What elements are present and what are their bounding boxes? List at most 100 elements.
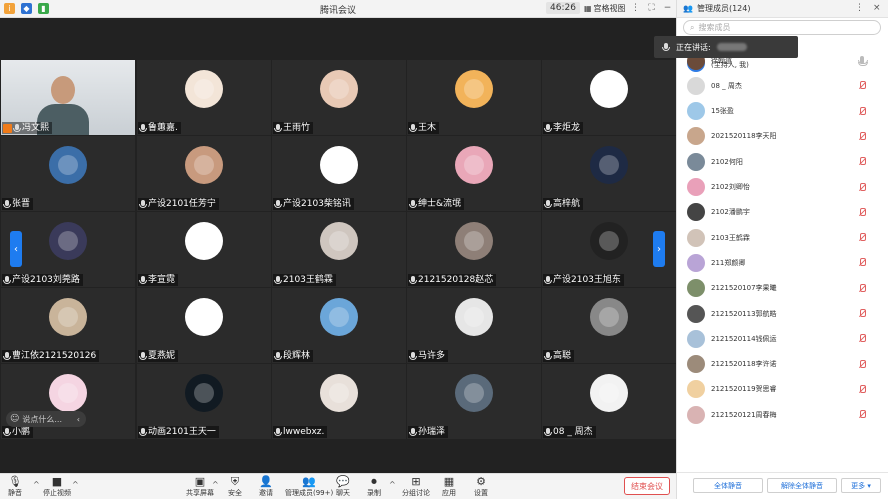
minimize-button[interactable]: − [662,3,674,13]
end-meeting-button[interactable]: 结束会议 [624,477,670,495]
shield-icon[interactable]: ◆ [21,3,32,14]
participant-tile[interactable]: 李宣霓 [137,212,271,287]
mic-muted-icon[interactable] [857,359,867,370]
mic-icon[interactable] [857,55,868,66]
mic-muted-icon[interactable] [857,283,867,294]
avatar [49,374,87,412]
share-screen-button[interactable]: ▣ 共享屏幕 [186,476,214,498]
info-icon[interactable]: i [4,3,15,14]
fullscreen-icon[interactable]: ⛶ [646,3,658,13]
mic-muted-icon[interactable] [857,333,867,344]
stop-video-button[interactable]: ■ 停止视频 [43,476,71,498]
more-options-icon[interactable]: ⋮ [630,3,642,13]
member-row[interactable]: 2121520114钱佩运 [677,326,888,351]
mic-muted-icon[interactable] [857,80,867,91]
view-switch-button[interactable]: ▦ 宫格视图 [584,3,626,14]
participant-tile[interactable]: 08 _ 周杰 [542,364,676,439]
cartoon-pig-image [194,79,214,99]
member-row[interactable]: 2121520121周春梅 [677,402,888,427]
participant-tile[interactable]: 产设2101任芳宁 [137,136,271,211]
participant-tile[interactable]: 段辉林 [272,288,406,363]
share-options-caret[interactable]: ^ [212,480,219,489]
close-icon[interactable]: × [873,3,881,13]
collapse-icon[interactable]: ‹ [77,415,80,424]
member-row[interactable]: 2121520119贺思睿 [677,377,888,402]
participant-tile[interactable]: 高聪 [542,288,676,363]
settings-button[interactable]: ⚙ 设置 [474,476,488,498]
security-button[interactable]: ⛨ 安全 [228,476,242,498]
mic-icon [544,123,552,133]
member-row[interactable]: 211郑颜卿 [677,250,888,275]
mic-muted-icon[interactable] [857,182,867,193]
emoji-icon[interactable]: ☺ [10,414,19,424]
signal-icon[interactable]: ▮ [38,3,49,14]
chat-bubble-icon: 💬 [336,475,350,488]
apps-button[interactable]: ▦ 应用 [442,476,456,498]
participant-tile[interactable]: 高梓航 [542,136,676,211]
participant-name-label: 鲁蕙嘉. [138,122,181,134]
chat-button[interactable]: 💬 聊天 [336,476,350,498]
mic-muted-icon[interactable] [857,106,867,117]
mic-icon [409,123,417,133]
participant-tile[interactable]: 2103王鹤霖 [272,212,406,287]
avatar [320,222,358,260]
next-page-button[interactable]: › [653,231,665,267]
mute-options-caret[interactable]: ^ [33,480,40,489]
unmute-all-button[interactable]: 解除全体静音 [767,478,837,493]
mic-muted-icon[interactable] [857,232,867,243]
video-options-caret[interactable]: ^ [72,480,79,489]
popout-icon[interactable]: ⋮ [855,3,864,13]
participant-name-label: 李宣霓 [138,274,179,286]
participant-tile[interactable]: 2121520128赵芯 [407,212,541,287]
participant-name-label: 曹江依2121520126 [2,350,100,362]
member-row[interactable]: 2102刘卿怡 [677,175,888,200]
member-row[interactable]: 15张盈 [677,99,888,124]
participant-tile[interactable]: 马许多 [407,288,541,363]
mic-icon [139,199,147,209]
night-sky-image [599,155,619,175]
member-row[interactable]: 2102何阳 [677,149,888,174]
mic-icon [139,427,147,437]
mic-muted-icon[interactable] [857,257,867,268]
mic-muted-icon[interactable] [857,308,867,319]
member-row[interactable]: 2121520118李许诺 [677,352,888,377]
mic-muted-icon[interactable] [857,409,867,420]
participant-name-label: 产设2103刘莞路 [2,274,83,286]
participant-tile[interactable]: 张晋 [1,136,135,211]
mic-muted-icon[interactable] [857,156,867,167]
mic-muted-icon[interactable] [857,207,867,218]
mute-button[interactable]: 🎙 静音 [8,476,22,498]
record-button[interactable]: ⏺ 录制 [367,476,381,498]
participant-tile[interactable]: 孙瑞泽 [407,364,541,439]
mic-muted-icon[interactable] [857,384,867,395]
more-button[interactable]: 更多 ▾ [841,478,881,493]
mute-all-button[interactable]: 全体静音 [693,478,763,493]
participant-tile[interactable]: 鲁蕙嘉. [137,60,271,135]
record-options-caret[interactable]: ^ [389,480,396,489]
participant-tile[interactable]: 小鹏 [1,364,135,439]
member-row[interactable]: 2103王鹤霖 [677,225,888,250]
participant-tile[interactable]: 绅士&流氓 [407,136,541,211]
participant-tile[interactable]: 冯文熙 [1,60,135,135]
manage-members-button[interactable]: 👥 管理成员(99+) [285,476,333,498]
member-row[interactable]: 2021520118李天阳 [677,124,888,149]
member-search-input[interactable]: ⌕ 搜索成员 [683,20,881,35]
member-row[interactable]: 2121520107李果曦 [677,276,888,301]
participant-tile[interactable]: 曹江依2121520126 [1,288,135,363]
chat-input[interactable]: ☺ 说点什么... ‹ [6,411,86,427]
member-row[interactable]: 2102潘鹏宇 [677,200,888,225]
member-row[interactable]: 08 _ 周杰 [677,73,888,98]
prev-page-button[interactable]: ‹ [10,231,22,267]
invite-button[interactable]: 👤 邀请 [259,476,273,498]
apps-icon: ▦ [443,475,455,488]
participant-tile[interactable]: 王木 [407,60,541,135]
participant-tile[interactable]: 王雨竹 [272,60,406,135]
participant-tile[interactable]: 李炬龙 [542,60,676,135]
participant-tile[interactable]: 夏燕妮 [137,288,271,363]
participant-tile[interactable]: lwwebxz. [272,364,406,439]
member-row[interactable]: 2121520113郭航皓 [677,301,888,326]
mic-muted-icon[interactable] [857,131,867,142]
participant-tile[interactable]: 产设2103柴铭讯 [272,136,406,211]
participant-tile[interactable]: 动画2101王天一 [137,364,271,439]
breakout-button[interactable]: ⊞ 分组讨论 [402,476,430,498]
